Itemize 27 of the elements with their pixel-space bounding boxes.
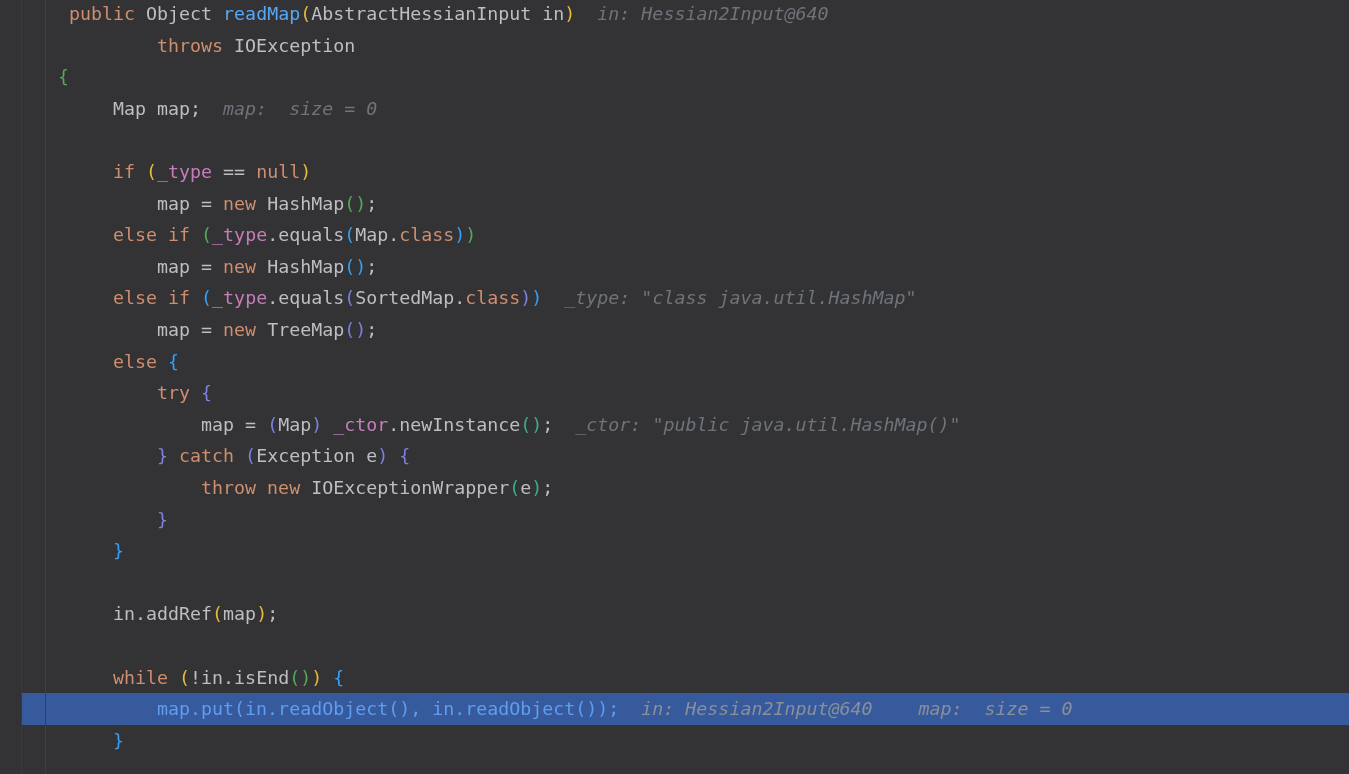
- code-text: throws IOException: [156, 33, 356, 58]
- code-text: } catch (Exception e) {: [156, 444, 411, 469]
- code-text: map = new HashMap();: [156, 254, 378, 279]
- code-text: else if (_type.equals(SortedMap.class)): [112, 286, 543, 311]
- code-text: public Object readMap(AbstractHessianInput in): [68, 2, 576, 27]
- code-text: map = new TreeMap();: [156, 318, 378, 342]
- inline-value-hint: map: size = 0: [918, 697, 1073, 722]
- code-text: while (!in.isEnd()) {: [112, 665, 345, 690]
- inline-value-hint: map: size = 0: [223, 96, 378, 121]
- code-text: else if (_type.equals(Map.class)): [112, 223, 477, 248]
- code-text: map.put(in.readObject(), in.readObject());: [156, 697, 620, 722]
- code-text: throw new IOExceptionWrapper(e);: [200, 476, 554, 500]
- inline-value-hint: in: Hessian2Input@640: [597, 2, 829, 27]
- code-text: map = (Map) _ctor.newInstance();: [200, 412, 554, 437]
- code-text: else {: [112, 349, 180, 374]
- inline-value-hint: in: Hessian2Input@640: [641, 697, 873, 722]
- code-text: Map map;: [112, 96, 202, 121]
- code-text: in.addRef(map);: [112, 602, 279, 627]
- code-text: if (_type == null): [112, 160, 312, 185]
- inline-value-hint: _ctor: "public java.util.HashMap()": [575, 412, 961, 437]
- code-text: }: [156, 507, 169, 532]
- code-text: try {: [156, 381, 213, 406]
- code-text: map = new HashMap();: [156, 191, 378, 216]
- code-text: }: [112, 728, 125, 753]
- inline-value-hint: _type: "class java.util.HashMap": [564, 286, 917, 311]
- code-text: }: [112, 539, 125, 564]
- code-text: {: [58, 65, 69, 90]
